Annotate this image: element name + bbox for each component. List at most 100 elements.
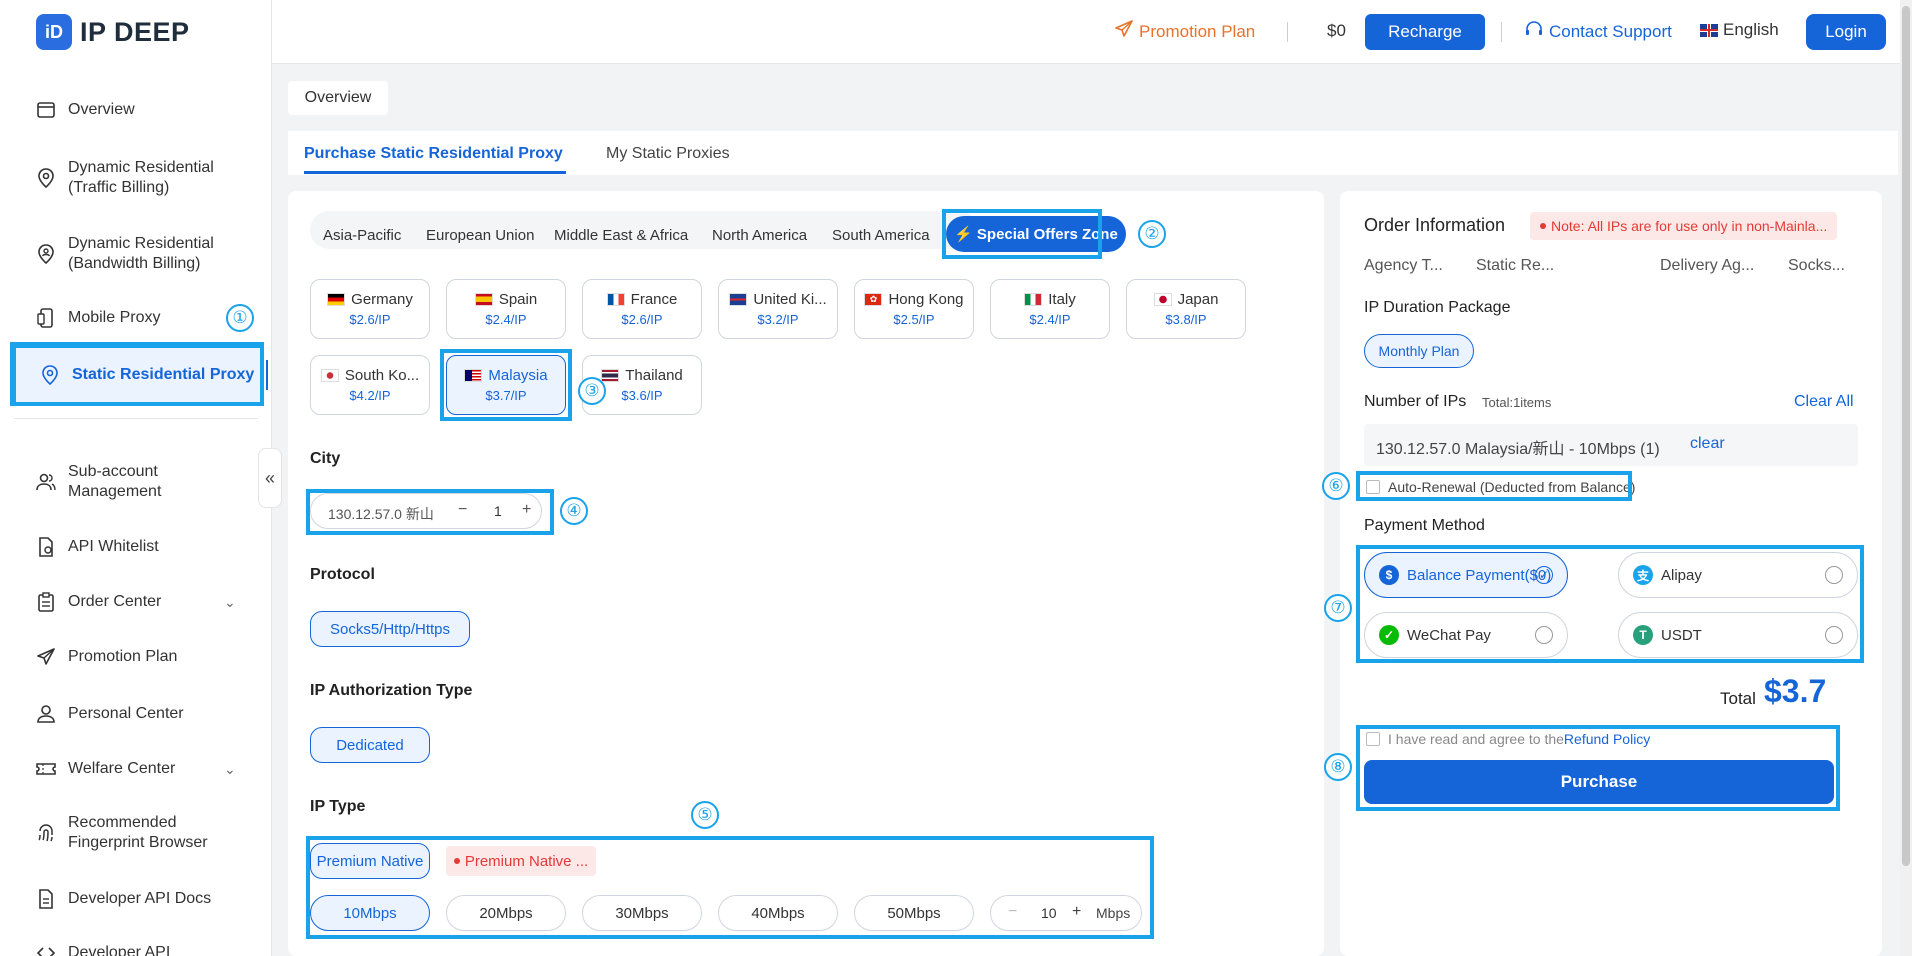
login-button[interactable]: Login <box>1806 14 1886 50</box>
sidebar-item-fingerprint-browser[interactable]: Recommended Fingerprint Browser <box>36 813 236 853</box>
sidebar: iD IP DEEP Overview Dynamic Residential … <box>0 0 272 956</box>
country-price: $2.6/IP <box>621 312 663 327</box>
sidebar-item-mobile-proxy[interactable]: Mobile Proxy <box>36 308 160 328</box>
country-card-south-korea[interactable]: South Ko... $4.2/IP <box>310 355 430 415</box>
location-user-icon <box>36 244 56 264</box>
country-price: $2.6/IP <box>349 312 391 327</box>
sidebar-item-welfare[interactable]: Welfare Center <box>36 759 175 779</box>
order-col-agency: Agency T... <box>1364 257 1443 274</box>
region-tab-south-america[interactable]: South America <box>832 227 930 244</box>
order-panel: Order Information Note: All IPs are for … <box>1322 191 1882 956</box>
uk-flag-icon <box>729 293 748 306</box>
ips-title: Number of IPs <box>1364 393 1467 410</box>
sidebar-item-overview[interactable]: Overview <box>36 100 135 120</box>
ip-clear-link[interactable]: clear <box>1690 435 1725 453</box>
ticket-icon <box>36 759 56 779</box>
highlight-box <box>1356 471 1632 501</box>
sidebar-item-dynamic-traffic[interactable]: Dynamic Residential (Traffic Billing) <box>36 158 236 198</box>
promotion-label: Promotion Plan <box>1139 21 1256 41</box>
logo-text: IP DEEP <box>80 16 190 47</box>
language-selector[interactable]: English <box>1700 20 1779 40</box>
highlight-box <box>440 349 572 421</box>
region-tab-european-union[interactable]: European Union <box>426 227 534 244</box>
region-tab-asia-pacific[interactable]: Asia-Pacific <box>323 227 401 244</box>
chevron-down-icon[interactable]: ⌄ <box>224 761 236 778</box>
sidebar-item-label: Developer API Docs <box>68 890 212 907</box>
annotation-marker: ⑦ <box>1324 594 1352 622</box>
total-value: $3.7 <box>1764 673 1827 709</box>
collapse-sidebar-button[interactable]: « <box>258 448 282 508</box>
order-col-delivery: Delivery Ag... <box>1660 257 1755 274</box>
protocol-option[interactable]: Socks5/Http/Https <box>310 611 470 647</box>
highlight-box <box>10 342 264 406</box>
tab-bar: Purchase Static Residential Proxy My Sta… <box>288 131 1898 175</box>
annotation-marker: ④ <box>560 497 588 525</box>
dot-icon <box>1540 223 1546 229</box>
users-icon <box>36 472 56 492</box>
scrollbar-thumb[interactable] <box>1902 6 1910 866</box>
country-card-hong-kong[interactable]: ✿ Hong Kong $2.5/IP <box>854 279 974 339</box>
country-card-spain[interactable]: Spain $2.4/IP <box>446 279 566 339</box>
country-card-japan[interactable]: Japan $3.8/IP <box>1126 279 1246 339</box>
highlight-box <box>306 489 554 535</box>
region-tab-middle-east-africa[interactable]: Middle East & Africa <box>554 227 688 244</box>
ips-total: Total:1items <box>1482 395 1552 410</box>
divider <box>1501 22 1502 42</box>
italy-flag-icon <box>1024 293 1043 306</box>
japan-flag-icon <box>1153 293 1172 306</box>
country-name: Spain <box>498 291 538 308</box>
south-korea-flag-icon <box>320 369 339 382</box>
country-card-germany[interactable]: Germany $2.6/IP <box>310 279 430 339</box>
country-card-italy[interactable]: Italy $2.4/IP <box>990 279 1110 339</box>
protocol-title: Protocol <box>310 566 375 583</box>
duration-monthly-plan[interactable]: Monthly Plan <box>1364 334 1474 368</box>
paper-plane-icon <box>36 647 56 667</box>
region-tab-north-america[interactable]: North America <box>712 227 807 244</box>
duration-title: IP Duration Package <box>1364 299 1511 316</box>
clear-all-link[interactable]: Clear All <box>1794 393 1854 411</box>
order-note: Note: All IPs are for use only in non-Ma… <box>1530 212 1838 240</box>
user-icon <box>36 704 56 724</box>
breadcrumb[interactable]: Overview <box>288 81 388 115</box>
annotation-marker: ① <box>226 304 254 332</box>
country-card-united-kingdom[interactable]: United Ki... $3.2/IP <box>718 279 838 339</box>
thailand-flag-icon <box>601 369 620 382</box>
file-shield-icon <box>36 537 56 557</box>
sidebar-item-promotion[interactable]: Promotion Plan <box>36 647 177 667</box>
germany-flag-icon <box>327 293 346 306</box>
annotation-marker: ⑥ <box>1322 472 1350 500</box>
contact-support-link[interactable]: Contact Support <box>1525 20 1672 43</box>
active-indicator <box>266 360 268 390</box>
promotion-link[interactable]: Promotion Plan <box>1115 20 1255 43</box>
annotation-marker: ③ <box>578 377 606 405</box>
sidebar-item-order-center[interactable]: Order Center <box>36 592 161 612</box>
sidebar-item-label: Dynamic Residential (Traffic Billing) <box>68 159 214 196</box>
sidebar-item-label: Order Center <box>68 593 162 610</box>
purchase-panel: Asia-Pacific European Union Middle East … <box>288 191 1324 956</box>
sidebar-item-dynamic-bandwidth[interactable]: Dynamic Residential (Bandwidth Billing) <box>36 234 236 274</box>
country-name: Hong Kong <box>888 291 964 308</box>
sidebar-item-label: Recommended Fingerprint Browser <box>68 814 208 851</box>
sidebar-item-label: Promotion Plan <box>68 648 178 665</box>
payment-title: Payment Method <box>1364 517 1485 534</box>
country-card-france[interactable]: France $2.6/IP <box>582 279 702 339</box>
order-note-text: Note: All IPs are for use only in non-Ma… <box>1551 218 1828 234</box>
order-col-static: Static Re... <box>1476 257 1555 274</box>
ip-auth-option[interactable]: Dedicated <box>310 727 430 763</box>
country-name: South Ko... <box>344 367 420 384</box>
headset-icon <box>1525 20 1543 43</box>
country-price: $4.2/IP <box>349 388 391 403</box>
sidebar-item-subaccount[interactable]: Sub-account Management <box>36 462 236 502</box>
tab-purchase-static[interactable]: Purchase Static Residential Proxy <box>304 145 563 163</box>
sidebar-item-api-docs[interactable]: Developer API Docs <box>36 889 211 909</box>
recharge-button[interactable]: Recharge <box>1365 14 1485 50</box>
document-icon <box>36 889 56 909</box>
sidebar-item-label: Personal Center <box>68 705 184 722</box>
sidebar-item-api-whitelist[interactable]: API Whitelist <box>36 537 159 557</box>
tab-my-static-proxies[interactable]: My Static Proxies <box>606 145 730 163</box>
sidebar-item-developer-api[interactable]: Developer API <box>36 943 170 956</box>
logo[interactable]: iD IP DEEP <box>36 14 190 50</box>
highlight-box <box>1356 545 1864 663</box>
sidebar-item-personal-center[interactable]: Personal Center <box>36 704 184 724</box>
chevron-down-icon[interactable]: ⌄ <box>224 594 236 611</box>
